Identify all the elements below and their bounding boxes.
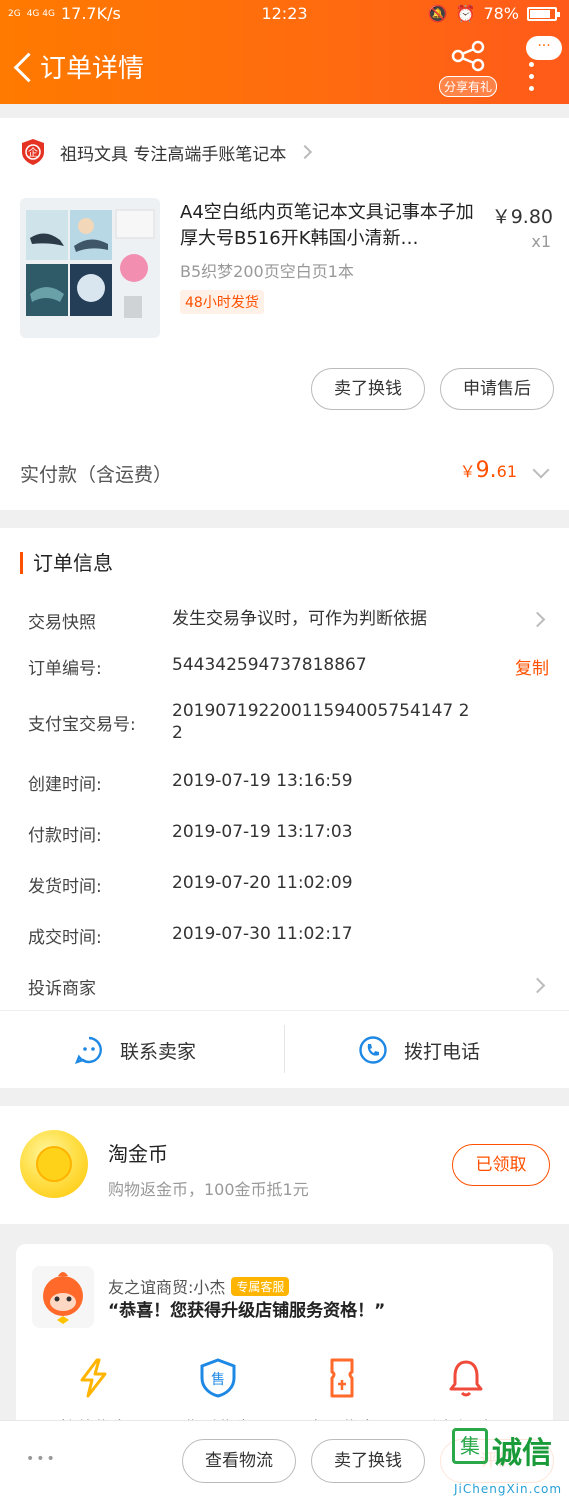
alarm-icon: ⏰ <box>455 4 476 23</box>
paid-time-label: 付款时间: <box>28 826 102 846</box>
chevron-right-icon <box>298 144 313 160</box>
product-spec: B5织梦200页空白页1本 <box>180 262 354 281</box>
service-agent-name: 友之谊商贸:小杰 专属客服 <box>108 1274 290 1298</box>
product-quantity: x1 <box>531 232 551 251</box>
chat-face-icon <box>74 1036 102 1064</box>
call-phone-label: 拨打电话 <box>404 1040 481 1063</box>
completed-time-value: 2019-07-30 11:02:17 <box>172 924 353 944</box>
paid-decimal: 61 <box>496 462 517 481</box>
shipped-time-value: 2019-07-20 11:02:09 <box>172 873 353 893</box>
status-bar: 2G 4G 4G 17.7K/s 12:23 🔕 ⏰ 78% <box>0 0 569 30</box>
resell-button-bottom[interactable]: 卖了换钱 <box>311 1439 425 1483</box>
service-agent-label: 友之谊商贸:小杰 <box>108 1278 226 1297</box>
exclusive-service-card: 友之谊商贸:小杰 专属客服 “恭喜！您获得升级店铺服务资格！” 接待优先 售 售… <box>16 1244 553 1444</box>
complain-merchant-label: 投诉商家 <box>28 979 96 999</box>
paid-label: 实付款（含运费） <box>20 464 173 486</box>
copy-order-number-link[interactable]: 复制 <box>515 654 549 679</box>
watermark-box: 集 <box>452 1428 488 1464</box>
paid-amount: ￥9.61 <box>460 458 517 483</box>
contact-seller-button[interactable]: 联系卖家 <box>74 1011 196 1089</box>
svg-text:售: 售 <box>211 1372 225 1388</box>
avatar[interactable] <box>32 1266 94 1328</box>
alipay-trade-label: 支付宝交易号: <box>28 715 136 735</box>
coin-claimed-button[interactable]: 已领取 <box>452 1144 550 1186</box>
battery-icon <box>527 6 560 21</box>
watermark-text: 诚信 <box>492 1436 552 1471</box>
product-thumbnail[interactable] <box>20 198 160 338</box>
contact-divider <box>284 1025 285 1073</box>
status-right: 🔕 ⏰ 78% <box>427 4 560 23</box>
header: 2G 4G 4G 17.7K/s 12:23 🔕 ⏰ 78% 订单详情 分享有礼 <box>0 0 569 104</box>
order-number-label: 订单编号: <box>28 659 102 679</box>
more-dots-icon <box>529 62 534 98</box>
ticket-icon <box>330 1358 354 1398</box>
more-menu-button[interactable]: ··· <box>522 36 566 96</box>
bell-icon <box>449 1360 483 1397</box>
created-time-label: 创建时间: <box>28 775 102 795</box>
snapshot-label: 交易快照 <box>28 613 96 633</box>
share-icon <box>451 40 485 72</box>
contact-seller-label: 联系卖家 <box>120 1040 197 1063</box>
share-label: 分享有礼 <box>438 76 497 97</box>
product-price: ￥9.80 <box>491 206 553 228</box>
watermark-logo: 集 诚信 JiChengXin.com <box>440 1426 569 1500</box>
paid-time-value: 2019-07-19 13:17:03 <box>172 822 353 842</box>
shipped-time-label: 发货时间: <box>28 877 102 897</box>
completed-time-label: 成交时间: <box>28 928 102 948</box>
paid-integer: 9. <box>475 458 497 483</box>
chevron-down-icon <box>532 461 550 479</box>
gold-coin-icon <box>20 1130 88 1198</box>
enterprise-shield-icon: 企 <box>22 139 44 165</box>
nav-bar: 订单详情 分享有礼 ··· <box>0 36 569 100</box>
coin-subtitle: 购物返金币，100金币抵1元 <box>108 1180 309 1199</box>
shop-badge-text: 企 <box>28 146 38 159</box>
created-time-value: 2019-07-19 13:16:59 <box>172 771 353 791</box>
more-actions-button[interactable]: ••• <box>26 1451 57 1467</box>
battery-percent: 78% <box>483 4 519 23</box>
snapshot-row[interactable]: 交易快照 发生交易争议时，可作为判断依据 <box>28 608 548 634</box>
share-button[interactable]: 分享有礼 <box>438 40 498 97</box>
back-button[interactable]: 订单详情 <box>8 48 144 85</box>
shipping-badge: 48小时发货 <box>180 290 264 314</box>
contact-bar: 联系卖家 拨打电话 <box>0 1010 569 1088</box>
coin-title: 淘金币 <box>108 1142 168 1166</box>
mascot-avatar-icon <box>32 1266 94 1328</box>
order-info-title: 订单信息 <box>20 552 113 574</box>
shield-icon: 售 <box>200 1358 236 1398</box>
product-title[interactable]: A4空白纸内页笔记本文具记事本子加厚大号B516开K韩国小清新… <box>180 200 480 252</box>
order-item-card: 企 祖玛文具 专注高端手账笔记本 A4空白纸内页笔记本文具记事本子加厚大号B51… <box>0 118 569 510</box>
page-title: 订单详情 <box>40 54 145 84</box>
exclusive-service-tag: 专属客服 <box>231 1276 290 1296</box>
alipay-trade-value: 20190719220011594005754147 22 <box>172 701 470 743</box>
paid-amount-row[interactable]: 实付款（含运费） ￥9.61 <box>0 440 569 510</box>
complain-merchant-row[interactable]: 投诉商家 <box>28 974 548 1000</box>
mute-icon: 🔕 <box>427 4 448 23</box>
paid-currency: ￥ <box>459 462 476 481</box>
order-info-card: 订单信息 交易快照 发生交易争议时，可作为判断依据 订单编号: 54434259… <box>0 528 569 1088</box>
call-phone-button[interactable]: 拨打电话 <box>358 1011 480 1089</box>
watermark-url: JiChengXin.com <box>454 1482 563 1496</box>
order-number-value: 544342594737818867 <box>172 655 367 675</box>
shop-link[interactable]: 企 祖玛文具 专注高端手账笔记本 <box>20 138 313 166</box>
resell-button[interactable]: 卖了换钱 <box>311 368 425 410</box>
snapshot-value: 发生交易争议时，可作为判断依据 <box>172 609 427 629</box>
after-sale-button[interactable]: 申请售后 <box>440 368 554 410</box>
taobao-coin-card: 淘金币 购物返金币，100金币抵1元 已领取 <box>0 1106 569 1224</box>
view-logistics-button[interactable]: 查看物流 <box>182 1439 296 1483</box>
shop-name: 祖玛文具 专注高端手账笔记本 <box>60 144 287 165</box>
chevron-left-icon <box>8 49 36 85</box>
message-bubble-icon: ··· <box>526 36 562 60</box>
service-message: “恭喜！您获得升级店铺服务资格！” <box>108 1301 386 1321</box>
product-image-art <box>20 198 160 338</box>
phone-icon <box>359 1036 387 1064</box>
lightning-icon <box>80 1358 107 1398</box>
